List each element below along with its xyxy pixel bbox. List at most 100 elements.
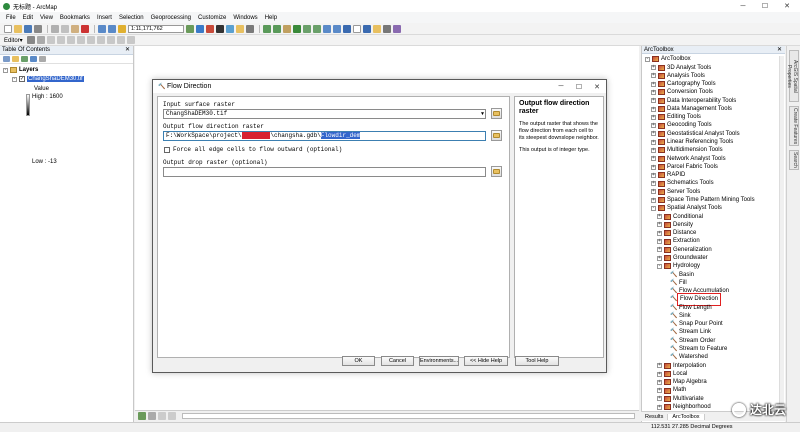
toolbox-item[interactable]: 🔨 Sink bbox=[663, 312, 691, 320]
toolbox-item[interactable]: + RAPID bbox=[651, 171, 685, 179]
select-elements-icon[interactable] bbox=[353, 24, 361, 33]
toolbox-item[interactable]: + Geocoding Tools bbox=[651, 121, 712, 129]
expand-icon[interactable]: + bbox=[651, 81, 656, 87]
layer-name[interactable]: ChangShaDEM30.tif bbox=[27, 76, 84, 82]
expand-icon[interactable]: + bbox=[651, 172, 656, 178]
collapse-icon[interactable]: - bbox=[651, 205, 656, 211]
layers-group[interactable]: - Layers bbox=[3, 67, 38, 73]
menu-edit[interactable]: Edit bbox=[23, 15, 33, 21]
list-by-visibility-icon[interactable] bbox=[21, 56, 28, 62]
toolbox-item[interactable]: + Space Time Pattern Mining Tools bbox=[651, 196, 755, 204]
list-by-drawing-order-icon[interactable] bbox=[3, 56, 10, 62]
layout-view-icon[interactable] bbox=[148, 411, 156, 420]
toolbox-item[interactable]: - Hydrology bbox=[657, 262, 700, 270]
toolbox-item[interactable]: + Conditional bbox=[657, 213, 703, 221]
menu-customize[interactable]: Customize bbox=[198, 15, 226, 21]
toolbox-item[interactable]: - Spatial Analyst Tools bbox=[651, 204, 722, 212]
trace-icon[interactable] bbox=[56, 36, 65, 44]
zoom-out-icon[interactable] bbox=[273, 24, 281, 33]
maximize-icon[interactable]: ☐ bbox=[754, 0, 776, 12]
toc-window-icon[interactable] bbox=[196, 24, 204, 33]
redo-icon[interactable] bbox=[108, 24, 116, 33]
toolbox-item[interactable]: + Data Management Tools bbox=[651, 105, 732, 113]
toolbox-item[interactable]: + Analysis Tools bbox=[651, 72, 705, 80]
expand-icon[interactable]: + bbox=[651, 156, 656, 162]
fixed-zoom-in-icon[interactable] bbox=[303, 24, 311, 33]
side-tab-create-features[interactable]: Create Features bbox=[789, 106, 799, 146]
toolbox-item-flow-direction[interactable]: 🔨 Flow Direction bbox=[663, 293, 722, 306]
expand-icon[interactable]: + bbox=[657, 379, 662, 385]
input-browse-button[interactable] bbox=[491, 108, 502, 119]
straight-segment-icon[interactable] bbox=[46, 36, 55, 44]
expand-icon[interactable]: + bbox=[651, 139, 656, 145]
expand-icon[interactable]: + bbox=[657, 371, 662, 377]
forward-extent-icon[interactable] bbox=[333, 24, 341, 33]
drop-browse-button[interactable] bbox=[491, 166, 502, 177]
edit-annotation-icon[interactable] bbox=[36, 36, 45, 44]
identify-icon[interactable] bbox=[363, 24, 371, 33]
expand-icon[interactable]: + bbox=[651, 89, 656, 95]
dialog-minimize-icon[interactable]: ─ bbox=[552, 80, 570, 93]
menu-view[interactable]: View bbox=[40, 15, 53, 21]
toolbox-item[interactable]: + Conversion Tools bbox=[651, 88, 713, 96]
split-icon[interactable] bbox=[96, 36, 105, 44]
toolbox-item[interactable]: + Server Tools bbox=[651, 188, 700, 196]
open-folder-icon[interactable] bbox=[14, 24, 22, 33]
tab-arctoolbox[interactable]: ArcToolbox bbox=[668, 413, 705, 420]
editor-toolbar-icon[interactable] bbox=[186, 24, 194, 33]
collapse-icon[interactable]: - bbox=[657, 263, 662, 269]
zoom-in-icon[interactable] bbox=[263, 24, 271, 33]
toolbox-item[interactable]: 🔨 Flow Accumulation bbox=[663, 287, 729, 295]
list-by-source-icon[interactable] bbox=[12, 56, 19, 62]
layer-collapse-icon[interactable]: - bbox=[12, 76, 17, 82]
dialog-close-icon[interactable]: ✕ bbox=[588, 80, 606, 93]
toolbox-item[interactable]: 🔨 Watershed bbox=[663, 353, 708, 361]
toolbox-item[interactable]: 🔨 Stream Order bbox=[663, 337, 715, 345]
refresh-view-icon[interactable] bbox=[158, 411, 166, 420]
expand-icon[interactable]: + bbox=[651, 106, 656, 112]
close-icon[interactable]: ✕ bbox=[776, 0, 798, 12]
toolbox-item[interactable]: 🔨 Fill bbox=[663, 279, 687, 287]
ok-button[interactable]: OK bbox=[342, 356, 375, 366]
force-edge-row[interactable]: Force all edge cells to flow outward (op… bbox=[164, 146, 342, 153]
python-window-icon[interactable] bbox=[216, 24, 224, 33]
data-view-icon[interactable] bbox=[138, 411, 146, 420]
input-surface-raster-select[interactable]: ChangShaDEM30.tif ▼ bbox=[163, 109, 486, 119]
toolbox-item[interactable]: 🔨 Snap Pour Point bbox=[663, 320, 723, 328]
list-by-selection-icon[interactable] bbox=[30, 56, 37, 62]
catalog-icon[interactable] bbox=[236, 24, 244, 33]
menu-bookmarks[interactable]: Bookmarks bbox=[60, 15, 90, 21]
output-drop-field[interactable] bbox=[163, 167, 486, 177]
toolbox-item[interactable]: + Parcel Fabric Tools bbox=[651, 163, 718, 171]
delete-icon[interactable] bbox=[81, 24, 89, 33]
edit-tool-icon[interactable] bbox=[26, 36, 35, 44]
back-extent-icon[interactable] bbox=[323, 24, 331, 33]
toolbox-item[interactable]: + Editing Tools bbox=[651, 113, 701, 121]
edit-vertices-icon[interactable] bbox=[66, 36, 75, 44]
expand-icon[interactable]: + bbox=[657, 388, 662, 394]
hide-help-button[interactable]: << Hide Help bbox=[464, 356, 508, 366]
expand-icon[interactable]: + bbox=[657, 255, 662, 261]
toolbox-item[interactable]: + Distance bbox=[657, 229, 696, 237]
arctoolbox-icon[interactable] bbox=[206, 24, 214, 33]
root-collapse-icon[interactable]: - bbox=[645, 56, 650, 62]
toolbox-vertical-scrollbar[interactable] bbox=[779, 56, 784, 408]
toolbox-item[interactable]: +3D Analyst Tools bbox=[651, 64, 711, 72]
expand-icon[interactable]: + bbox=[657, 363, 662, 369]
cancel-button[interactable]: Cancel bbox=[381, 356, 414, 366]
fixed-zoom-out-icon[interactable] bbox=[313, 24, 321, 33]
expand-icon[interactable]: + bbox=[651, 147, 656, 153]
toolbox-item[interactable]: + Interpolation bbox=[657, 362, 706, 370]
expand-icon[interactable]: + bbox=[651, 98, 656, 104]
toolbox-root[interactable]: - ArcToolbox bbox=[645, 55, 691, 63]
toolbox-item[interactable]: + Data Interoperability Tools bbox=[651, 97, 736, 105]
expand-icon[interactable]: + bbox=[651, 114, 656, 120]
toolbox-item[interactable]: + Linear Referencing Tools bbox=[651, 138, 733, 146]
toolbox-item[interactable]: + Groundwater bbox=[657, 254, 708, 262]
expand-icon[interactable]: + bbox=[651, 131, 656, 137]
expand-icon[interactable]: + bbox=[651, 73, 656, 79]
dropdown-arrow-icon[interactable]: ▼ bbox=[481, 110, 484, 118]
arctoolbox-close-icon[interactable]: ✕ bbox=[777, 46, 782, 54]
print-icon[interactable] bbox=[34, 24, 42, 33]
cut-polygons-icon[interactable] bbox=[86, 36, 95, 44]
